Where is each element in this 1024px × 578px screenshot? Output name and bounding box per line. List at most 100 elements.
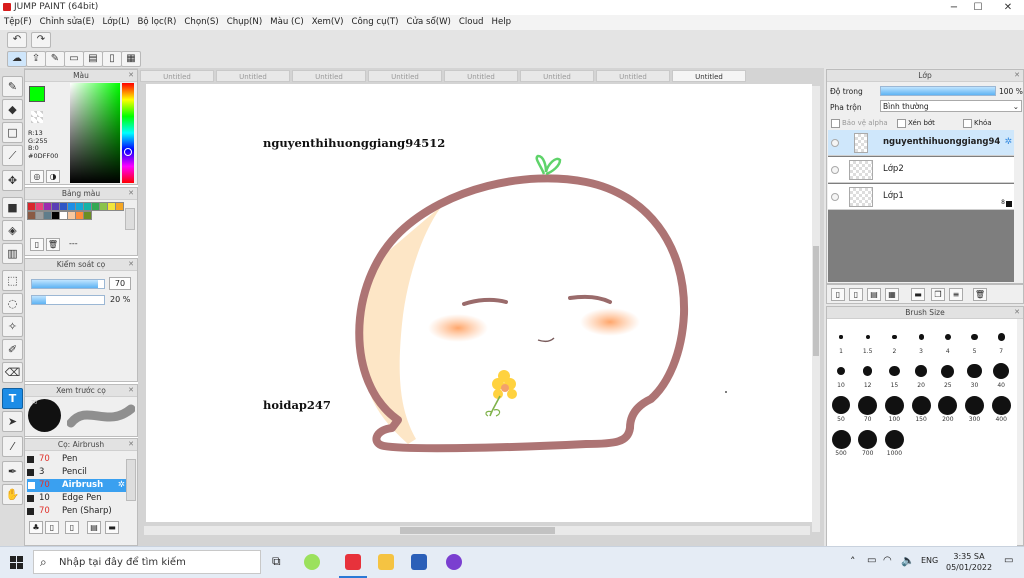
tab-untitled-1[interactable]: Untitled <box>140 70 214 82</box>
magic-wand-tool[interactable]: ✧ <box>2 316 23 337</box>
layer-item-1[interactable]: Lớp1 8 <box>828 184 1014 210</box>
windows-start-icon[interactable] <box>10 556 24 570</box>
new-layer-text-button[interactable]: ▤ <box>867 288 881 301</box>
fill-rect-tool[interactable]: ■ <box>2 197 23 218</box>
layer-opacity-slider[interactable] <box>880 86 996 96</box>
menu-edit[interactable]: Chỉnh sửa(E) <box>36 15 99 30</box>
taskbar-app-messenger-icon[interactable] <box>446 554 462 570</box>
saturation-value-picker[interactable] <box>70 83 120 183</box>
rect-select-tool[interactable]: □ <box>2 122 23 143</box>
layer-visibility-icon[interactable] <box>831 139 839 147</box>
panel-close-icon[interactable]: ✕ <box>128 439 134 450</box>
layer-delete-button[interactable]: 🗑 <box>973 288 987 301</box>
panel-close-icon[interactable]: ✕ <box>128 259 134 270</box>
panel-close-icon[interactable]: ✕ <box>128 188 134 199</box>
brush-size-cell[interactable]: 150 <box>911 395 931 423</box>
task-view-icon[interactable]: ⧉ <box>272 554 281 569</box>
comment-button[interactable]: ✎ <box>45 51 65 67</box>
brush-list-scrollbar[interactable] <box>126 459 136 501</box>
settings-gear-icon[interactable]: ✲ <box>1004 137 1012 147</box>
menu-layer[interactable]: Lớp(L) <box>98 15 133 30</box>
new-layer-button[interactable]: ▯ <box>831 288 845 301</box>
language-indicator[interactable]: ENG <box>921 556 938 565</box>
menu-capture[interactable]: Chụp(N) <box>223 15 266 30</box>
menu-window[interactable]: Cửa sổ(W) <box>403 15 455 30</box>
tab-untitled-3[interactable]: Untitled <box>292 70 366 82</box>
color-mix-button[interactable]: ◑ <box>46 170 60 183</box>
brush-size-cell[interactable]: 15 <box>884 361 904 389</box>
line-tool[interactable]: ⟋ <box>2 145 23 166</box>
brush-size-field[interactable]: 70 <box>109 277 131 290</box>
brush-size-cell[interactable]: 700 <box>858 429 878 457</box>
brush-size-cell[interactable]: 10 <box>831 361 851 389</box>
brush-size-cell[interactable]: 70 <box>858 395 878 423</box>
panel-close-icon[interactable]: ✕ <box>1014 307 1020 318</box>
brush-size-cell[interactable]: 20 <box>911 361 931 389</box>
brush-size-cell[interactable]: 50 <box>831 395 851 423</box>
brush-new-button[interactable]: ▯ <box>45 521 59 534</box>
clipping-checkbox[interactable] <box>897 119 906 128</box>
page-button[interactable]: ▯ <box>102 51 122 67</box>
share-button[interactable]: ⇪ <box>26 51 46 67</box>
hue-handle[interactable] <box>124 148 132 156</box>
select-pen-tool[interactable]: ✐ <box>2 339 23 360</box>
select-eraser-tool[interactable]: ⌫ <box>2 362 23 383</box>
text-tool[interactable]: T <box>2 388 23 409</box>
wifi-icon[interactable]: ◠ <box>883 555 892 566</box>
layer-item-text[interactable]: nguyenthihuonggiang94512✲ <box>828 130 1014 156</box>
grid-button[interactable]: ▦ <box>121 51 141 67</box>
taskbar-clock[interactable]: 3:35 SA 05/01/2022 <box>946 551 992 573</box>
drawing-canvas[interactable]: nguyenthihuonggiang94512 hoidap247 <box>146 84 812 522</box>
layer-item-2[interactable]: Lớp2 <box>828 157 1014 183</box>
eraser-tool[interactable]: ◆ <box>2 99 23 120</box>
canvas-text-watermark[interactable]: hoidap247 <box>263 398 331 412</box>
palette-swatch[interactable] <box>115 202 124 211</box>
chevron-up-icon[interactable]: ˄ <box>850 555 856 568</box>
canvas-text-username[interactable]: nguyenthihuonggiang94512 <box>263 136 445 150</box>
tab-untitled-4[interactable]: Untitled <box>368 70 442 82</box>
panel-close-icon[interactable]: ✕ <box>128 70 134 81</box>
new-layer-copy-button[interactable]: ▯ <box>849 288 863 301</box>
brush-copy-button[interactable]: ▯ <box>65 521 79 534</box>
notification-icon[interactable]: ▭ <box>1004 555 1013 566</box>
palette-new-button[interactable]: ▯ <box>30 238 44 251</box>
menu-view[interactable]: Xem(V) <box>308 15 348 30</box>
taskbar-app-word-icon[interactable] <box>411 554 427 570</box>
brush-item-pen-sharp[interactable]: 70 Pen (Sharp) <box>27 505 150 518</box>
taskbar-app-jumppaint-icon[interactable] <box>345 554 361 570</box>
move-tool[interactable]: ✥ <box>2 170 23 191</box>
layer-folder-button[interactable]: ▬ <box>911 288 925 301</box>
operation-tool[interactable]: ➤ <box>2 411 23 432</box>
panel-close-icon[interactable]: ✕ <box>1014 70 1020 81</box>
taskbar-app-browser-icon[interactable] <box>304 554 320 570</box>
undo-button[interactable]: ↶ <box>7 32 27 48</box>
brush-opacity-slider[interactable] <box>31 295 105 305</box>
select-tool[interactable]: ⬚ <box>2 270 23 291</box>
message-button[interactable]: ▭ <box>64 51 84 67</box>
palette-scrollbar[interactable] <box>125 208 135 230</box>
layer-duplicate-button[interactable]: ❐ <box>931 288 945 301</box>
brush-size-cell[interactable]: 40 <box>991 361 1011 389</box>
brush-add-button[interactable]: ♣ <box>29 521 43 534</box>
maximize-button[interactable]: ☐ <box>965 1 991 14</box>
brush-size-slider[interactable] <box>31 279 105 289</box>
brush-settings-button[interactable]: ▤ <box>87 521 101 534</box>
brush-item-airbrush[interactable]: 70 Airbrush ✲ <box>27 479 127 492</box>
close-button[interactable]: ✕ <box>995 1 1021 14</box>
taskbar-app-explorer-icon[interactable] <box>378 554 394 570</box>
blend-mode-select[interactable]: Bình thường ⌄ <box>880 100 1022 112</box>
brush-size-cell[interactable]: 7 <box>991 327 1011 355</box>
redo-button[interactable]: ↷ <box>31 32 51 48</box>
layer-add-menu-button[interactable]: ▦ <box>885 288 899 301</box>
brush-size-cell[interactable]: 1.5 <box>858 327 878 355</box>
bucket-tool[interactable]: ◈ <box>2 220 23 241</box>
eyedropper-tool[interactable]: ⁄ <box>2 436 23 457</box>
brush-folder-button[interactable]: ▬ <box>105 521 119 534</box>
hand-tool[interactable]: ✋ <box>2 484 23 505</box>
document-button[interactable]: ▤ <box>83 51 103 67</box>
layer-visibility-icon[interactable] <box>831 166 839 174</box>
lock-checkbox[interactable] <box>963 119 972 128</box>
brush-size-cell[interactable]: 300 <box>965 395 985 423</box>
menu-color[interactable]: Màu (C) <box>266 15 308 30</box>
brush-size-cell[interactable]: 12 <box>858 361 878 389</box>
